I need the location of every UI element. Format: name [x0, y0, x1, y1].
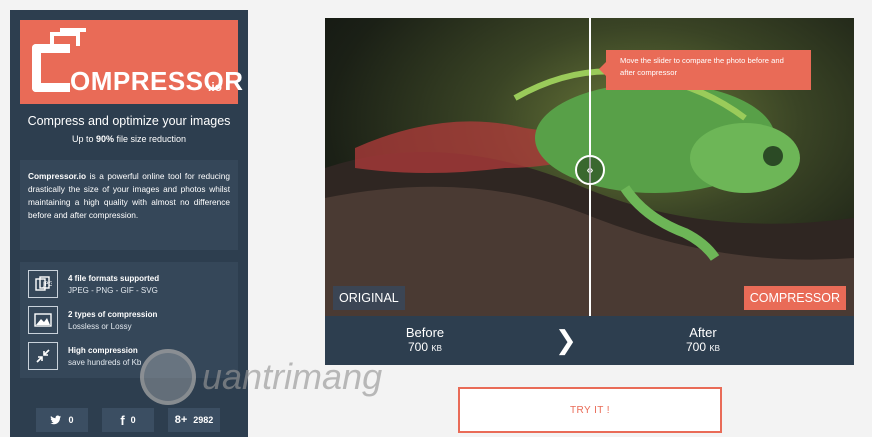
- tooltip-arrow: [599, 62, 606, 76]
- description-box: Compressor.io is a powerful online tool …: [20, 160, 238, 250]
- file-formats-icon: JPG: [28, 270, 58, 298]
- compress-arrows-icon: [28, 342, 58, 370]
- twitter-count: 0: [68, 415, 74, 425]
- feature-compression-types: 2 types of compression Lossless or Lossy: [28, 304, 236, 338]
- googleplus-count: 2982: [193, 415, 214, 425]
- logo-c-shape: [32, 44, 70, 92]
- after-size: After 700 KB: [685, 325, 721, 355]
- feature-file-formats: JPG 4 file formats supported JPEG - PNG …: [28, 268, 236, 302]
- label-compressor: COMPRESSOR: [743, 286, 846, 310]
- facebook-share-button[interactable]: f 0: [102, 408, 154, 432]
- subtagline: Up to 90% file size reduction: [71, 134, 187, 144]
- googleplus-icon: 8+: [174, 414, 188, 426]
- twitter-share-button[interactable]: 0: [36, 408, 88, 432]
- googleplus-share-button[interactable]: 8+ 2982: [168, 408, 220, 432]
- before-after-viewer[interactable]: ‹› Move the slider to compare the photo …: [325, 18, 854, 316]
- chevron-right-icon: ❯: [555, 325, 577, 355]
- features-list: JPG 4 file formats supported JPEG - PNG …: [20, 262, 238, 378]
- sidebar: OMPRESSOR .io Compress and optimize your…: [10, 10, 248, 437]
- image-icon: [28, 306, 58, 334]
- slider-tooltip: Move the slider to compare the photo bef…: [606, 50, 811, 90]
- svg-text:JPG: JPG: [42, 281, 52, 288]
- compare-slider-handle[interactable]: ‹›: [575, 155, 605, 185]
- before-size: Before 700 KB: [405, 325, 445, 355]
- twitter-icon: [50, 415, 62, 425]
- description-brand: Compressor.io: [28, 171, 87, 181]
- try-it-button[interactable]: TRY IT !: [458, 387, 722, 433]
- logo-suffix: .io: [208, 80, 222, 94]
- compressor-logo[interactable]: OMPRESSOR .io: [20, 20, 243, 104]
- facebook-icon: f: [120, 412, 125, 428]
- tagline: Compress and optimize your images: [27, 114, 231, 128]
- feature-high-compression: High compression save hundreds of Kb: [28, 340, 236, 374]
- size-comparison-bar: Before 700 KB ❯ After 700 KB: [325, 316, 854, 365]
- facebook-count: 0: [130, 415, 136, 425]
- label-original: ORIGINAL: [333, 286, 405, 310]
